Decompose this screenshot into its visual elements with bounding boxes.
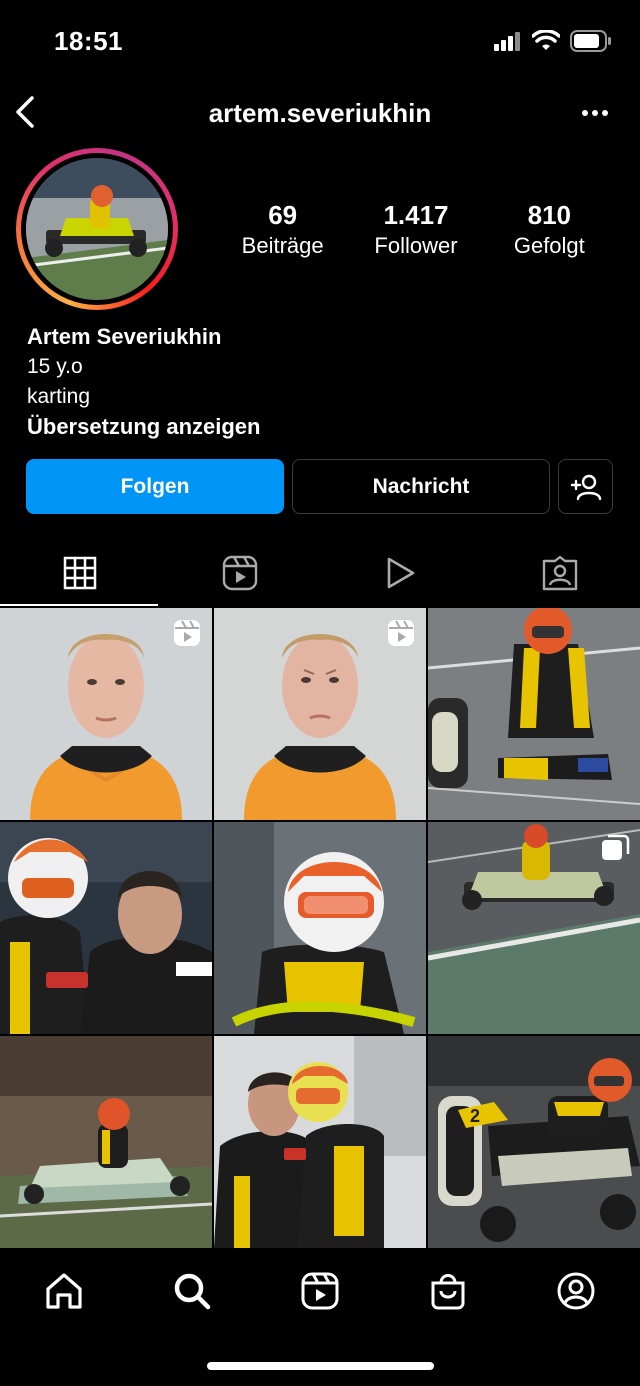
post-thumbnail[interactable] [214, 608, 426, 820]
profile-icon [557, 1272, 595, 1310]
reels-icon [301, 1272, 339, 1310]
wifi-icon [532, 30, 560, 50]
post-thumbnail[interactable] [0, 608, 212, 820]
post-thumbnail[interactable] [0, 822, 212, 1034]
add-person-icon [570, 474, 601, 500]
nav-profile[interactable] [536, 1268, 616, 1314]
bio-line-age: 15 y.o [27, 355, 83, 378]
tab-videos[interactable] [320, 540, 480, 606]
shop-icon [431, 1274, 465, 1310]
nav-home[interactable] [24, 1268, 104, 1314]
stat-following[interactable]: 810 Gefolgt [484, 200, 614, 259]
video-icon [387, 557, 415, 589]
bio-name: Artem Severiukhin [27, 324, 222, 349]
carousel-icon [602, 834, 630, 860]
tagged-icon [542, 555, 578, 591]
search-icon [174, 1273, 211, 1310]
status-time: 18:51 [54, 26, 123, 56]
stat-followers-label: Follower [374, 233, 458, 258]
stat-posts-label: Beiträge [241, 233, 324, 258]
grid-icon [63, 556, 97, 590]
profile-tabs [0, 540, 640, 606]
stat-posts[interactable]: 69 Beiträge [218, 200, 348, 259]
tab-grid[interactable] [0, 540, 160, 606]
profile-username: artem.severiukhin [208, 98, 432, 128]
post-thumbnail[interactable] [214, 1036, 426, 1248]
profile-bio: Artem Severiukhin 15 y.o karting Überset… [27, 322, 617, 442]
more-options-icon[interactable] [580, 100, 610, 126]
tab-reels[interactable] [160, 540, 320, 606]
suggested-users-button[interactable] [558, 459, 613, 514]
post-thumbnail[interactable] [214, 822, 426, 1034]
posts-grid: 2 [0, 608, 640, 1248]
message-button[interactable]: Nachricht [292, 459, 550, 514]
show-translation-link[interactable]: Übersetzung anzeigen [27, 412, 617, 442]
post-thumbnail[interactable] [428, 822, 640, 1034]
avatar-story-ring[interactable] [16, 148, 178, 310]
post-thumbnail[interactable]: 2 [428, 1036, 640, 1248]
nav-reels[interactable] [280, 1268, 360, 1314]
home-indicator[interactable] [207, 1362, 434, 1370]
bio-line-interest: karting [27, 385, 91, 408]
active-tab-indicator [0, 604, 158, 606]
status-bar: 18:51 [0, 0, 640, 80]
home-icon [46, 1273, 82, 1309]
profile-header: artem.severiukhin [0, 88, 640, 138]
stat-following-label: Gefolgt [513, 233, 585, 258]
battery-icon [570, 30, 611, 52]
post-thumbnail[interactable] [428, 608, 640, 820]
follow-button[interactable]: Folgen [26, 459, 284, 514]
reels-icon [222, 555, 258, 591]
signal-icon [494, 32, 520, 51]
tab-tagged[interactable] [480, 540, 640, 606]
reels-icon [388, 620, 414, 646]
nav-search[interactable] [152, 1268, 232, 1314]
profile-stats: 69 Beiträge 1.417 Follower 810 Gefolgt [216, 200, 616, 259]
reels-icon [174, 620, 200, 646]
stat-followers[interactable]: 1.417 Follower [351, 200, 481, 259]
stat-following-value: 810 [527, 200, 571, 230]
nav-shop[interactable] [408, 1268, 488, 1314]
status-icons [494, 30, 612, 52]
post-thumbnail[interactable] [0, 1036, 212, 1248]
avatar [26, 158, 168, 300]
stat-followers-value: 1.417 [383, 200, 449, 230]
stat-posts-value: 69 [268, 200, 298, 230]
svg-text:2: 2 [470, 1106, 480, 1126]
